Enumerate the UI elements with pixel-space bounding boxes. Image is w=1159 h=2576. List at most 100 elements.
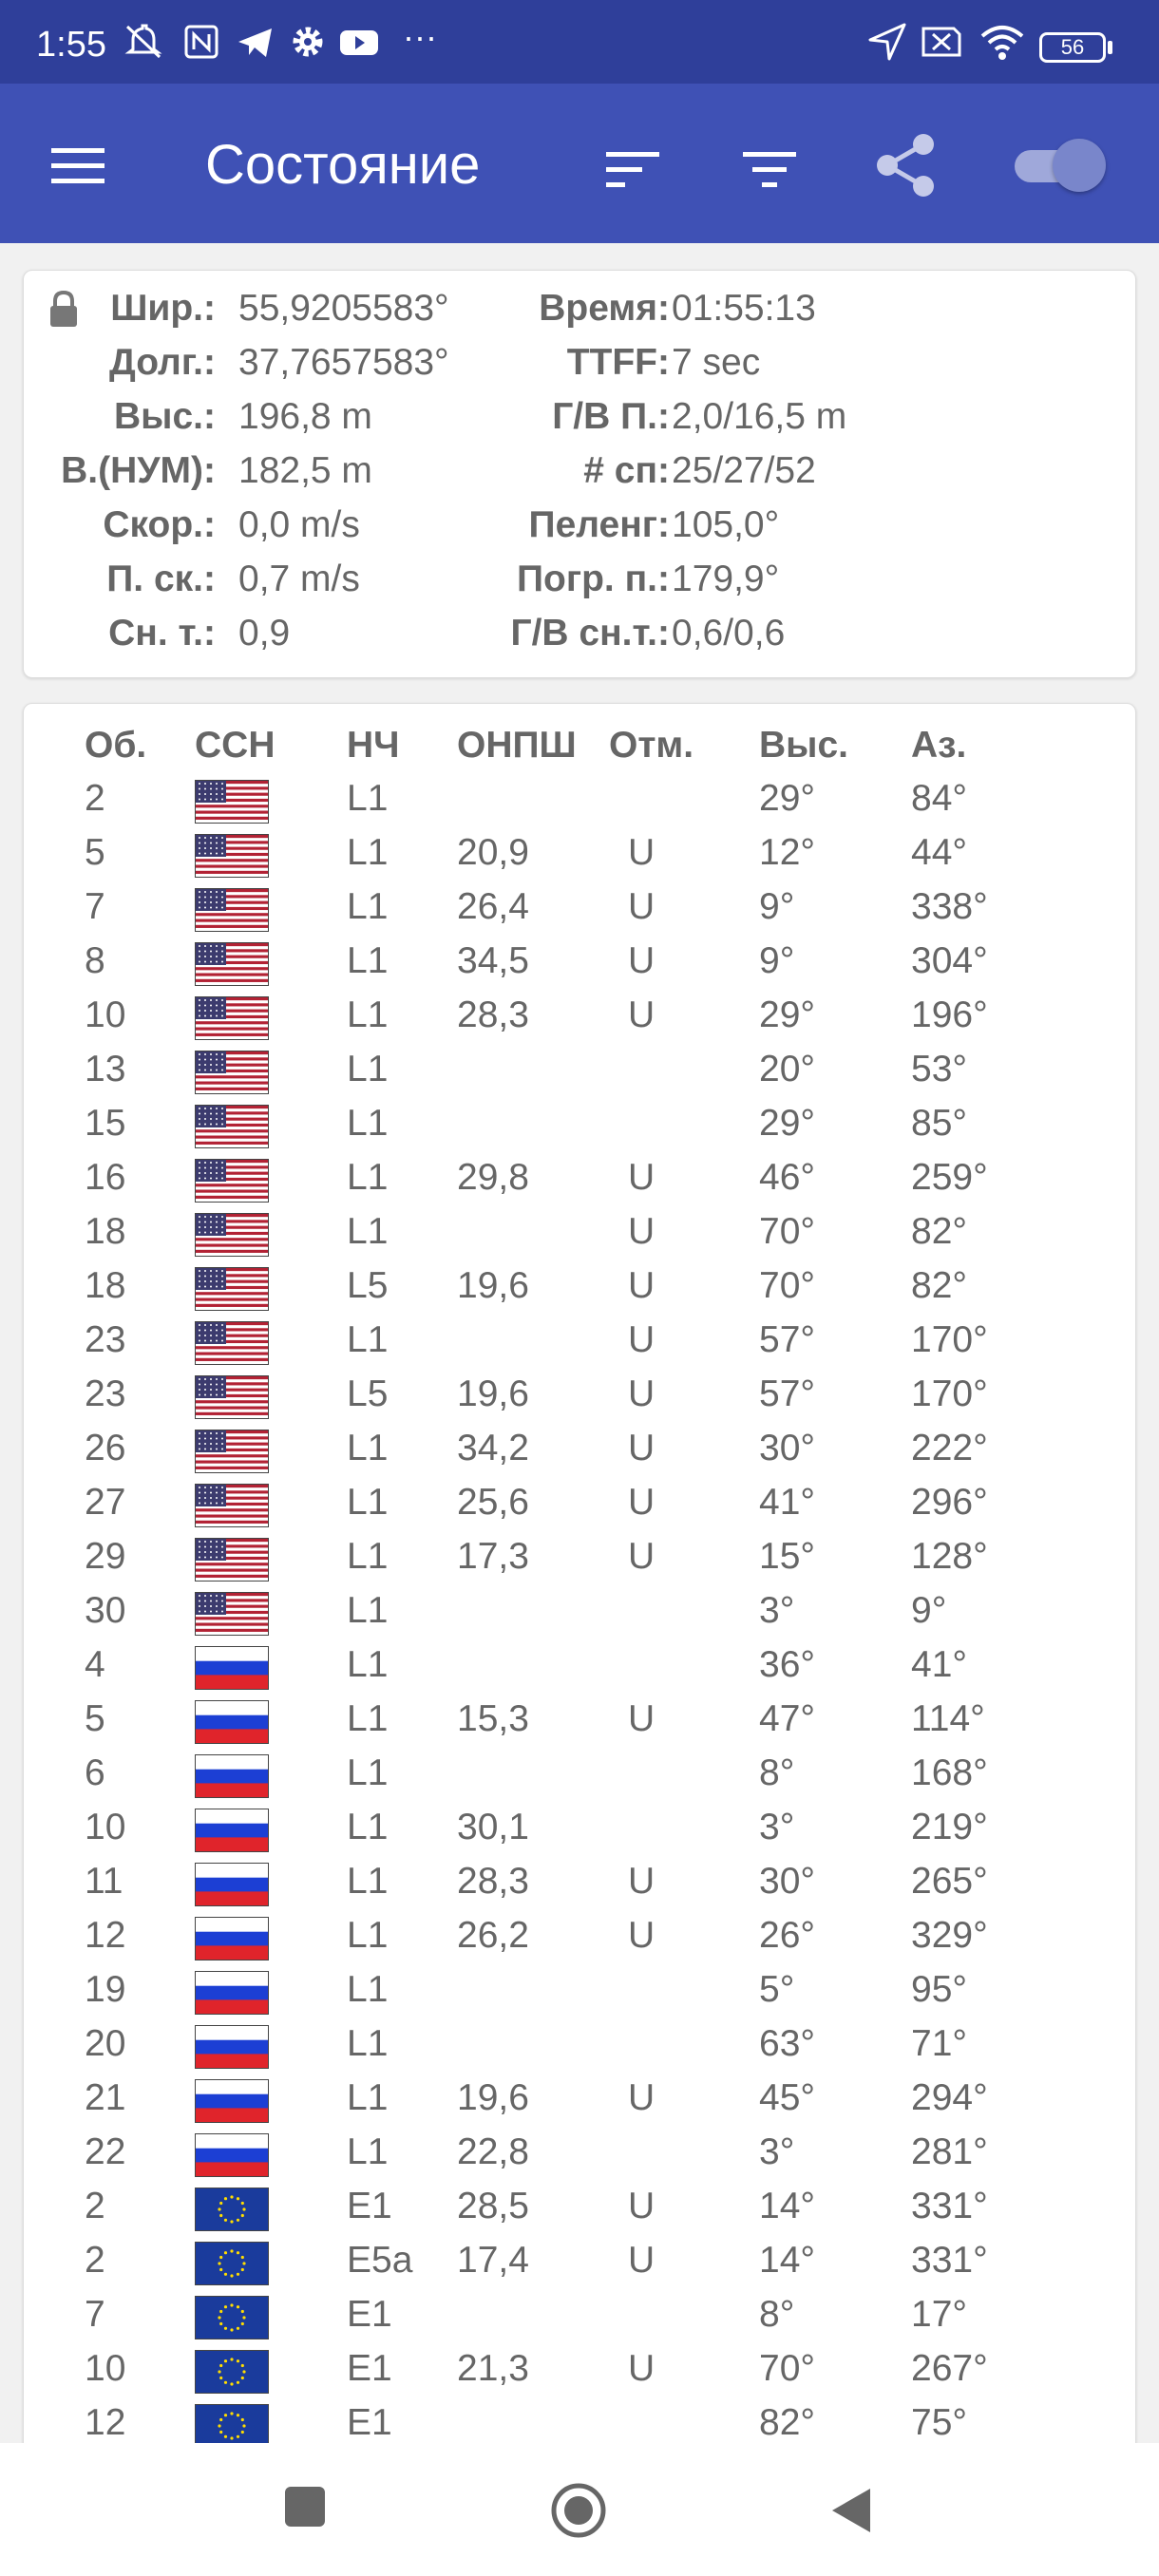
frequency-band: L1 [347,1590,389,1631]
home-icon[interactable] [549,2481,608,2540]
frequency-band: L1 [347,778,389,819]
russia-flag-icon [195,2025,269,2069]
info-label: Выс.: [114,396,216,437]
elevation: 9° [759,940,795,981]
info-value: 105,0° [672,504,780,545]
cn0-value: 15,3 [457,1698,529,1739]
used-in-fix: U [628,1536,656,1577]
info-value: 37,7657583° [238,342,449,383]
frequency-band: L1 [347,832,389,873]
us-flag-icon [195,1051,269,1094]
info-label: Г/В П.: [552,396,670,437]
youtube-icon [340,30,378,55]
sort-icon[interactable] [604,146,663,192]
elevation: 46° [759,1157,815,1198]
russia-flag-icon [195,1971,269,2015]
satellite-id: 30 [85,1590,126,1631]
azimuth: 82° [911,1211,967,1252]
azimuth: 85° [911,1103,967,1144]
frequency-band: E5a [347,2240,413,2281]
elevation: 70° [759,1265,815,1306]
nfc-icon [184,25,218,59]
satellite-id: 21 [85,2077,126,2118]
elevation: 14° [759,2186,815,2226]
satellite-id: 27 [85,1482,126,1523]
elevation: 47° [759,1698,815,1739]
filter-icon[interactable] [741,146,800,192]
frequency-band: L1 [347,994,389,1035]
cn0-value: 26,2 [457,1915,529,1956]
cn0-value: 26,4 [457,886,529,927]
satellite-id: 5 [85,1698,105,1739]
header-frequency: НЧ [347,725,400,766]
cn0-value: 28,3 [457,1861,529,1902]
satellite-id: 8 [85,940,105,981]
us-flag-icon [195,1267,269,1311]
used-in-fix: U [628,2186,656,2226]
share-icon[interactable] [872,131,940,199]
azimuth: 84° [911,778,967,819]
azimuth: 329° [911,1915,988,1956]
eu-flag-icon [195,2296,269,2339]
cn0-value: 34,5 [457,940,529,981]
frequency-band: L1 [347,2077,389,2118]
eu-flag-icon [195,2404,269,2448]
elevation: 5° [759,1969,795,2010]
used-in-fix: U [628,1482,656,1523]
menu-icon[interactable] [49,142,108,188]
header-elevation: Выс. [759,725,848,766]
navigation-bar [0,2443,1159,2576]
wifi-icon [980,26,1024,60]
satellite-id: 11 [85,1861,124,1902]
azimuth: 196° [911,994,988,1035]
info-value: 179,9° [672,559,780,599]
azimuth: 9° [911,1590,947,1631]
frequency-band: L1 [347,1211,389,1252]
satellite-id: 10 [85,994,126,1035]
satellite-id: 10 [85,2348,126,2389]
eu-flag-icon [195,2242,269,2285]
frequency-band: E1 [347,2348,392,2389]
cn0-value: 19,6 [457,1265,529,1306]
used-in-fix: U [628,1428,656,1468]
satellite-id: 19 [85,1969,126,2010]
azimuth: 41° [911,1644,967,1685]
toggle-switch[interactable] [1011,139,1106,192]
battery-tip [1108,41,1112,54]
status-time: 1:55 [36,25,106,65]
azimuth: 53° [911,1049,967,1089]
header-cn0: ОНПШ [457,725,577,766]
elevation: 26° [759,1915,815,1956]
elevation: 3° [759,2131,795,2172]
us-flag-icon [195,996,269,1040]
azimuth: 331° [911,2186,988,2226]
satellite-id: 2 [85,778,105,819]
us-flag-icon [195,1538,269,1582]
elevation: 45° [759,2077,815,2118]
frequency-band: L1 [347,1103,389,1144]
elevation: 70° [759,2348,815,2389]
frequency-band: L1 [347,1644,389,1685]
satellite-id: 18 [85,1211,126,1252]
cn0-value: 30,1 [457,1807,529,1847]
satellite-id: 12 [85,2402,126,2443]
frequency-band: L1 [347,940,389,981]
satellite-id: 7 [85,886,105,927]
azimuth: 168° [911,1752,988,1793]
used-in-fix: U [628,832,656,873]
used-in-fix: U [628,1861,656,1902]
russia-flag-icon [195,2133,269,2177]
used-in-fix: U [628,1211,656,1252]
info-value: 182,5 m [238,450,372,491]
frequency-band: L1 [347,1698,389,1739]
more-icon: ··· [403,17,437,56]
back-icon[interactable] [828,2485,874,2536]
location-arrow-icon [868,23,906,61]
satellite-id: 7 [85,2294,105,2335]
location-info-card: Шир.: 55,9205583° Долг.: 37,7657583° Выс.: 19… [23,270,1136,678]
elevation: 15° [759,1536,815,1577]
azimuth: 222° [911,1428,988,1468]
recents-icon[interactable] [285,2487,325,2527]
elevation: 3° [759,1590,795,1631]
frequency-band: L1 [347,1482,389,1523]
